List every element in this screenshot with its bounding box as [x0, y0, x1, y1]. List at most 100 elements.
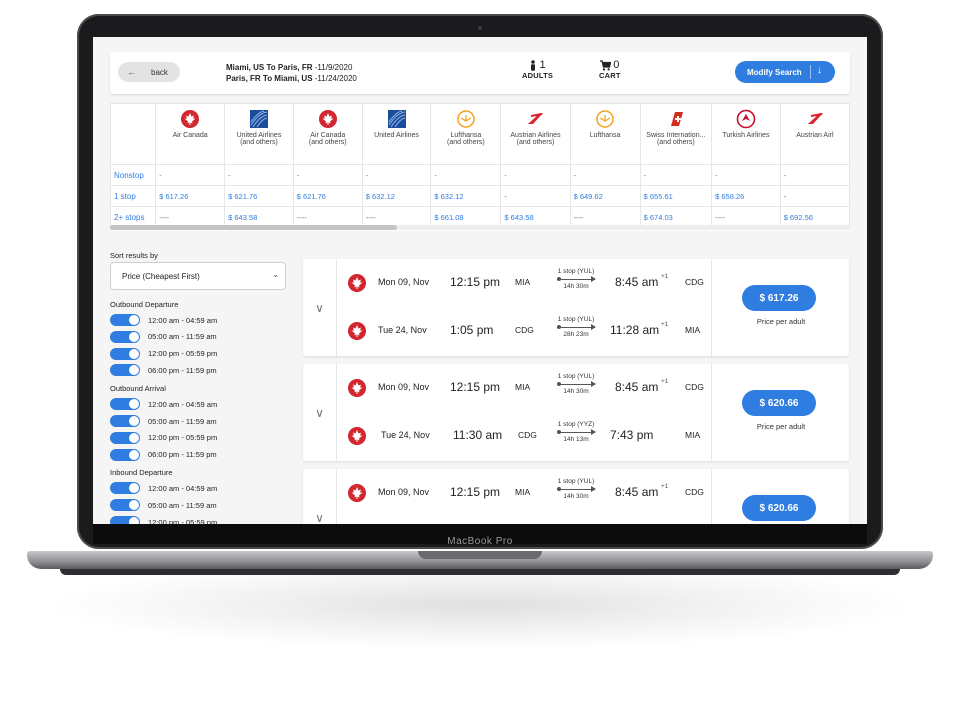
filter-option[interactable]: 05:00 am - 11:59 am	[110, 498, 217, 512]
flight-leg: Mon 09, Nov 12:15 pm MIA 1 stop (YUL) 14h 30…	[343, 478, 704, 505]
matrix-price-cell[interactable]: $ 655.61	[639, 185, 713, 207]
lufthansa-logo-icon	[596, 110, 614, 128]
airline-logo	[347, 483, 366, 502]
toggle-switch[interactable]	[110, 364, 140, 377]
airline-sub: (and others)	[516, 139, 555, 146]
airline-header-cell[interactable]: United Airlines (and others)	[224, 103, 294, 165]
origin-code: MIA	[515, 382, 531, 392]
laptop-feet	[60, 569, 900, 575]
flight-leg: Mon 09, Nov 12:15 pm MIA 1 stop (YUL) 14h 30…	[343, 268, 704, 295]
toggle-switch[interactable]	[110, 482, 140, 495]
expand-toggle[interactable]: ∨	[303, 469, 337, 524]
airline-logo	[666, 109, 686, 129]
filter-option[interactable]: 12:00 pm - 05:59 pm	[110, 431, 217, 445]
air-canada-logo-icon	[348, 379, 366, 397]
filter-option[interactable]: 12:00 am - 04:59 am	[110, 397, 217, 411]
toggle-switch[interactable]	[110, 516, 140, 524]
price-per-adult-label: Price per adult	[756, 422, 806, 431]
filter-option[interactable]: 05:00 am - 11:59 am	[110, 330, 217, 344]
airline-header-cell[interactable]: Lufthansa	[569, 103, 641, 165]
back-button[interactable]: ← back	[118, 62, 180, 82]
filter-group-title: Outbound Arrival	[110, 384, 166, 394]
airline-logo	[347, 321, 366, 340]
airline-header-cell[interactable]: Turkish Airlines	[711, 103, 781, 165]
filter-option[interactable]: 12:00 am - 04:59 am	[110, 481, 217, 495]
inbound-date: -11/24/2020	[312, 74, 357, 83]
airline-header-cell[interactable]: United Airlines	[361, 103, 432, 165]
expand-toggle[interactable]: ∨	[303, 364, 337, 461]
filter-option[interactable]: 06:00 pm - 11:59 pm	[110, 363, 217, 377]
toggle-knob	[129, 416, 139, 426]
toggle-knob	[129, 500, 139, 511]
airline-header-cell[interactable]: Swiss Internation... (and others)	[639, 103, 713, 165]
filter-option[interactable]: 06:00 pm - 11:59 pm	[110, 448, 217, 462]
matrix-price-cell[interactable]: $ 617.26	[155, 185, 226, 207]
filter-option-label: 12:00 am - 04:59 am	[148, 483, 218, 493]
filter-option[interactable]: 12:00 pm - 05:59 pm	[110, 347, 217, 361]
adults-count: 1	[539, 59, 546, 71]
toggle-switch[interactable]	[110, 448, 140, 461]
airline-header-cell[interactable]: Air Canada (and others)	[292, 103, 363, 165]
matrix-price-cell[interactable]: $ 632.12	[430, 185, 502, 207]
sort-select[interactable]: Price (Cheapest First) ⌄	[110, 262, 286, 290]
airline-logo	[525, 109, 545, 129]
matrix-price-cell[interactable]: $ 632.12	[361, 185, 432, 207]
price-button[interactable]: $ 620.66	[742, 495, 816, 521]
filter-option[interactable]: 12:00 pm - 05:59 pm	[110, 515, 217, 524]
airline-logo	[805, 109, 825, 129]
leg-date: Mon 09, Nov	[378, 277, 430, 287]
route-summary: Miami, US To Paris, FR -11/9/2020 Paris,…	[226, 62, 357, 84]
destination-code: MIA	[685, 430, 701, 440]
route-line	[557, 381, 596, 387]
departure-time: 1:05 pm	[450, 323, 494, 337]
price-button[interactable]: $ 620.66	[742, 390, 816, 416]
matrix-price-cell[interactable]: $ 621.76	[292, 185, 363, 207]
price-column: $ 620.66	[711, 469, 850, 524]
filter-option[interactable]: 05:00 am - 11:59 am	[110, 414, 217, 428]
stops-info: 1 stop (YUL)	[557, 478, 595, 485]
toggle-switch[interactable]	[110, 330, 140, 343]
adults-counter[interactable]: 1 ADULTS	[522, 59, 553, 80]
stops-info: 1 stop (YUL)	[557, 373, 595, 380]
leg-date: Tue 24, Nov	[381, 430, 430, 440]
toggle-switch[interactable]	[110, 398, 140, 411]
airline-name: Lufthansa	[450, 132, 482, 139]
matrix-price-cell[interactable]: $ 649.62	[569, 185, 641, 207]
arrival-time: 8:45 am	[615, 485, 659, 499]
device-label: MacBook Pro	[447, 536, 513, 547]
airline-sub: (and others)	[656, 139, 695, 146]
airline-header-cell[interactable]: Austrian Airlines (and others)	[500, 103, 571, 165]
horizontal-scrollbar[interactable]	[110, 225, 850, 230]
toggle-switch[interactable]	[110, 415, 140, 427]
cart-count: 0	[613, 59, 620, 71]
arrival-time: 11:28 am	[610, 323, 660, 337]
airline-header-cell[interactable]: Austrian Airl	[779, 103, 850, 165]
filter-option-label: 05:00 am - 11:59 am	[148, 332, 217, 342]
airline-header-cell[interactable]: Lufthansa (and others)	[430, 103, 502, 165]
airline-header-cell[interactable]: Air Canada	[155, 103, 226, 165]
price-button[interactable]: $ 617.26	[742, 285, 816, 311]
leg-date: Mon 09, Nov	[378, 487, 430, 497]
cart-counter[interactable]: 0 CART	[599, 59, 621, 80]
filter-option[interactable]: 12:00 am - 04:59 am	[110, 313, 217, 327]
toggle-switch[interactable]	[110, 431, 140, 444]
matrix-row-nonstop: Nonstop - - - - - - - - - -	[110, 164, 850, 186]
toggle-switch[interactable]	[110, 347, 140, 360]
modify-search-button[interactable]: Modify Search ↓	[735, 61, 835, 83]
airline-name: Lufthansa	[589, 132, 621, 139]
air-canada-logo-icon	[181, 110, 200, 128]
row-label-1-stop[interactable]: 1 stop	[110, 185, 157, 207]
matrix-price-cell[interactable]: $ 658.26	[711, 185, 781, 207]
scrollbar-thumb[interactable]	[110, 225, 397, 230]
sort-value: Price (Cheapest First)	[122, 271, 200, 281]
row-label-nonstop[interactable]: Nonstop	[110, 164, 157, 186]
turkish-logo-icon	[736, 109, 756, 129]
arrow-down-icon: ↓	[817, 65, 822, 76]
matrix-price-cell[interactable]: $ 621.76	[224, 185, 294, 207]
filter-option-label: 12:00 am - 04:59 am	[148, 399, 218, 409]
toggle-switch[interactable]	[110, 314, 140, 326]
duration: 14h 30m	[563, 283, 589, 290]
airline-name: Swiss Internation...	[646, 132, 706, 139]
toggle-switch[interactable]	[110, 499, 140, 512]
expand-toggle[interactable]: ∨	[303, 259, 337, 356]
